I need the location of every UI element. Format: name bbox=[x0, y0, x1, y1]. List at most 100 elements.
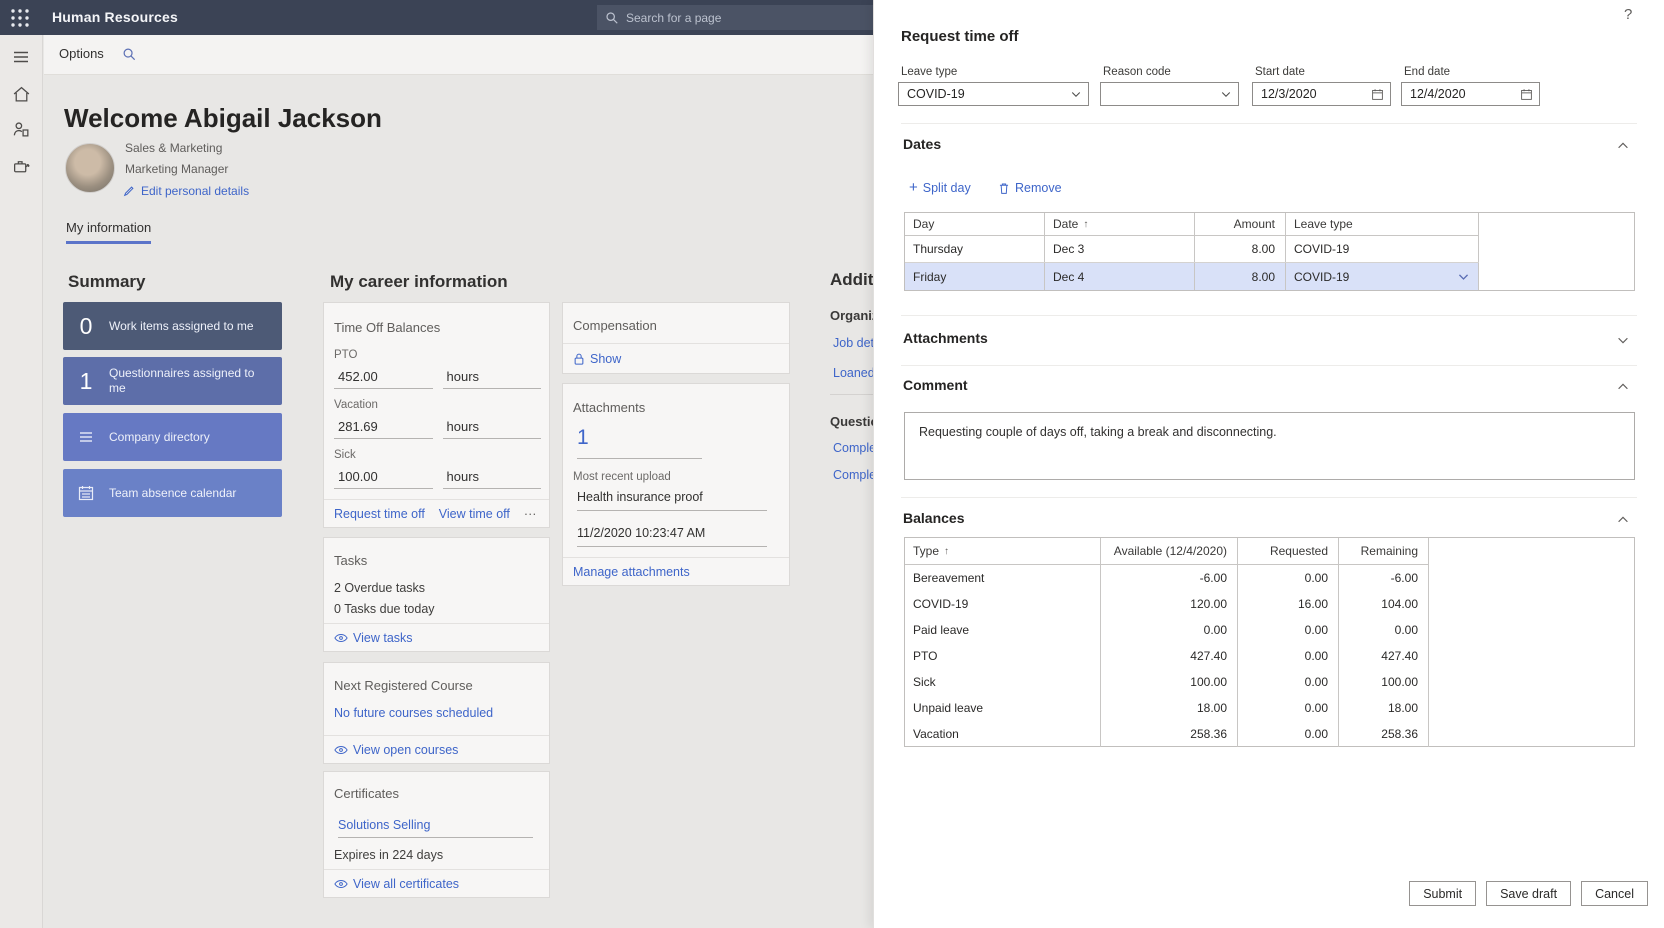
screen: Human Resources Search for a page Option… bbox=[0, 0, 1664, 928]
view-open-courses-link[interactable]: View open courses bbox=[334, 743, 458, 757]
people-icon[interactable] bbox=[12, 120, 32, 140]
balances-row[interactable]: Sick 100.00 0.00 100.00 bbox=[905, 669, 1429, 695]
balances-row[interactable]: Paid leave 0.00 0.00 0.00 bbox=[905, 617, 1429, 643]
no-courses-link[interactable]: No future courses scheduled bbox=[334, 706, 493, 720]
start-date-input[interactable]: 12/3/2020 bbox=[1252, 82, 1391, 106]
view-all-certificates-link[interactable]: View all certificates bbox=[334, 877, 459, 891]
certificate-expiry: Expires in 224 days bbox=[334, 848, 443, 862]
col-requested[interactable]: Requested bbox=[1238, 538, 1339, 564]
cancel-button[interactable]: Cancel bbox=[1581, 881, 1648, 906]
dates-section-header[interactable]: Dates bbox=[903, 136, 941, 152]
compensation-card: Compensation Show bbox=[562, 302, 790, 374]
chevron-down-icon bbox=[1220, 88, 1232, 100]
pto-value[interactable]: 452.00 bbox=[334, 367, 433, 389]
sick-unit: hours bbox=[443, 467, 542, 489]
eye-icon bbox=[334, 745, 348, 755]
recent-upload-name[interactable]: Health insurance proof bbox=[577, 490, 767, 511]
col-amount[interactable]: Amount bbox=[1195, 213, 1286, 235]
comment-textarea[interactable]: Requesting couple of days off, taking a … bbox=[904, 412, 1635, 480]
tile-questionnaires[interactable]: 1 Questionnaires assigned to me bbox=[63, 357, 282, 405]
remove-button[interactable]: Remove bbox=[998, 181, 1062, 195]
pto-balance-field: 452.00 hours bbox=[334, 367, 541, 389]
sick-value[interactable]: 100.00 bbox=[334, 467, 433, 489]
app-launcher-waffle-icon[interactable] bbox=[10, 8, 30, 28]
profile-job-title: Marketing Manager bbox=[125, 162, 228, 176]
next-course-card: Next Registered Course No future courses… bbox=[323, 662, 550, 764]
edit-personal-details-link[interactable]: Edit personal details bbox=[123, 184, 249, 198]
home-icon[interactable] bbox=[12, 85, 32, 105]
leave-type-cell-select[interactable]: COVID-19 bbox=[1286, 263, 1479, 290]
workspace-icon[interactable] bbox=[12, 157, 32, 177]
expand-attachments-chevron-down-icon[interactable] bbox=[1616, 333, 1630, 347]
show-compensation-link[interactable]: Show bbox=[573, 352, 621, 366]
view-tasks-link[interactable]: View tasks bbox=[334, 631, 413, 645]
leave-type-select[interactable]: COVID-19 bbox=[898, 82, 1089, 106]
dates-row-friday-selected[interactable]: Friday Dec 4 8.00 COVID-19 bbox=[905, 263, 1479, 290]
col-type[interactable]: Type↑ bbox=[905, 538, 1101, 564]
collapse-comment-chevron-up-icon[interactable] bbox=[1616, 380, 1630, 394]
balances-section-header[interactable]: Balances bbox=[903, 510, 964, 526]
collapse-balances-chevron-up-icon[interactable] bbox=[1616, 513, 1630, 527]
dates-row-thursday[interactable]: Thursday Dec 3 8.00 COVID-19 bbox=[905, 236, 1479, 263]
command-search-icon[interactable] bbox=[122, 47, 138, 63]
calendar-icon bbox=[1371, 88, 1384, 101]
col-leave-type[interactable]: Leave type bbox=[1286, 213, 1479, 235]
command-bar: Options bbox=[44, 35, 873, 75]
split-day-button[interactable]: + Split day bbox=[909, 181, 971, 195]
collapse-dates-chevron-up-icon[interactable] bbox=[1616, 139, 1630, 153]
col-available[interactable]: Available (12/4/2020) bbox=[1101, 538, 1238, 564]
avatar[interactable] bbox=[65, 143, 115, 193]
balances-row[interactable]: COVID-19 120.00 16.00 104.00 bbox=[905, 591, 1429, 617]
more-options-ellipsis[interactable]: ··· bbox=[524, 507, 537, 521]
sort-ascending-icon: ↑ bbox=[944, 546, 949, 557]
options-menu[interactable]: Options bbox=[59, 46, 104, 61]
tile-count: 1 bbox=[63, 368, 109, 395]
balances-row[interactable]: Unpaid leave 18.00 0.00 18.00 bbox=[905, 695, 1429, 721]
balances-row[interactable]: PTO 427.40 0.00 427.40 bbox=[905, 643, 1429, 669]
help-icon[interactable]: ? bbox=[1624, 6, 1632, 23]
top-bar: Human Resources Search for a page bbox=[0, 0, 873, 35]
balances-row[interactable]: Bereavement -6.00 0.00 -6.00 bbox=[905, 565, 1429, 591]
tile-work-items[interactable]: 0 Work items assigned to me bbox=[63, 302, 282, 350]
tile-team-absence-calendar[interactable]: Team absence calendar bbox=[63, 469, 282, 517]
view-time-off-link[interactable]: View time off bbox=[439, 507, 510, 521]
vacation-value[interactable]: 281.69 bbox=[334, 417, 433, 439]
search-placeholder: Search for a page bbox=[626, 11, 721, 25]
comment-section-header[interactable]: Comment bbox=[903, 377, 968, 393]
col-remaining[interactable]: Remaining bbox=[1339, 538, 1429, 564]
sick-balance-field: 100.00 hours bbox=[334, 467, 541, 489]
divider bbox=[901, 315, 1637, 316]
balances-table-header: Type↑ Available (12/4/2020) Requested Re… bbox=[905, 538, 1429, 565]
calendar-icon bbox=[63, 484, 109, 502]
attachments-count[interactable]: 1 bbox=[577, 426, 702, 459]
col-date[interactable]: Date↑ bbox=[1045, 213, 1195, 235]
divider bbox=[901, 365, 1637, 366]
col-day[interactable]: Day bbox=[905, 213, 1045, 235]
request-time-off-panel: ? Request time off Leave type COVID-19 R… bbox=[873, 0, 1664, 928]
trash-icon bbox=[998, 182, 1010, 195]
page-search-input[interactable]: Search for a page bbox=[597, 5, 873, 30]
certificate-link[interactable]: Solutions Selling bbox=[338, 818, 533, 838]
request-time-off-link[interactable]: Request time off bbox=[334, 507, 425, 521]
tile-count: 0 bbox=[63, 313, 109, 340]
search-icon bbox=[605, 11, 619, 25]
panel-title: Request time off bbox=[901, 28, 1019, 45]
plus-icon: + bbox=[909, 183, 918, 193]
chevron-down-icon bbox=[1070, 88, 1082, 100]
manage-attachments-link[interactable]: Manage attachments bbox=[573, 565, 690, 579]
attachments-section-header[interactable]: Attachments bbox=[903, 330, 988, 346]
end-date-input[interactable]: 12/4/2020 bbox=[1401, 82, 1540, 106]
submit-button[interactable]: Submit bbox=[1409, 881, 1476, 906]
career-heading: My career information bbox=[330, 272, 508, 292]
hamburger-menu-icon[interactable] bbox=[12, 48, 32, 68]
calendar-icon bbox=[1520, 88, 1533, 101]
pto-unit: hours bbox=[443, 367, 542, 389]
due-today-tasks-text: 0 Tasks due today bbox=[334, 602, 435, 616]
balances-row[interactable]: Vacation 258.36 0.00 258.36 bbox=[905, 721, 1429, 747]
tab-my-information[interactable]: My information bbox=[66, 220, 151, 244]
reason-code-select[interactable] bbox=[1100, 82, 1239, 106]
certificates-card: Certificates Solutions Selling Expires i… bbox=[323, 771, 550, 898]
tile-company-directory[interactable]: Company directory bbox=[63, 413, 282, 461]
save-draft-button[interactable]: Save draft bbox=[1486, 881, 1571, 906]
balances-table: Type↑ Available (12/4/2020) Requested Re… bbox=[904, 537, 1635, 747]
